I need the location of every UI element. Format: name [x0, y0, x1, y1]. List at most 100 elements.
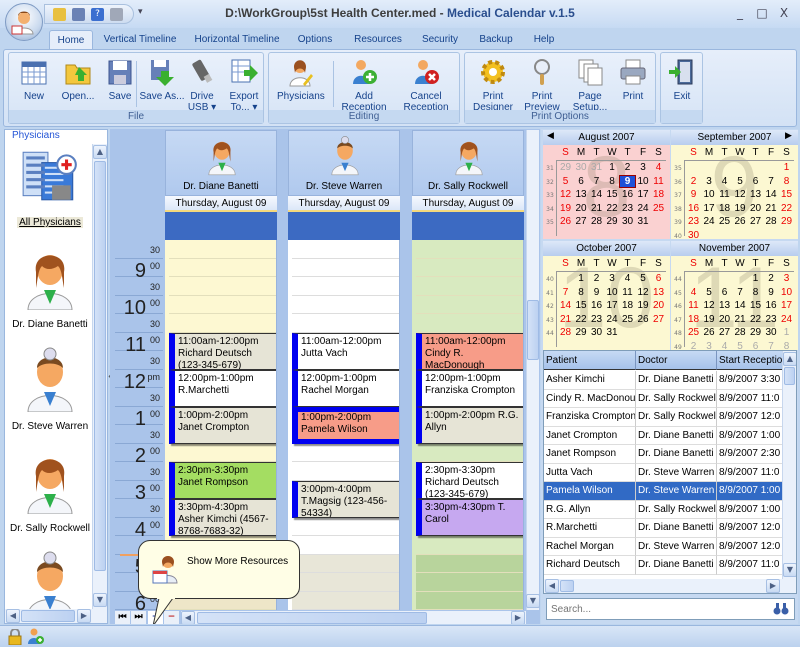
day-cell[interactable]: 6	[574, 176, 589, 187]
schedule-horizontal-scrollbar[interactable]: ◀ ▶	[181, 611, 526, 624]
day-cell[interactable]: 17	[702, 203, 717, 214]
appointment[interactable]: 3:30pm-4:30pm T. Carol	[416, 499, 523, 536]
day-cell[interactable]: 13	[748, 189, 763, 200]
day-cell[interactable]: 9	[686, 189, 701, 200]
maximize-button[interactable]: □	[754, 6, 770, 20]
print-button[interactable]: Print	[610, 57, 656, 102]
day-cell[interactable]: 9	[764, 287, 779, 298]
table-row[interactable]: Janet Crompton Dr. Diane Banetti 8/9/2007 …	[544, 426, 783, 445]
day-cell[interactable]: 24	[636, 203, 651, 214]
day-cell[interactable]: 26	[636, 314, 651, 325]
time-slot[interactable]	[416, 258, 523, 277]
print-designer-button[interactable]: Print Designer	[470, 57, 516, 113]
day-cell[interactable]: 11	[717, 189, 732, 200]
day-cell[interactable]: 16	[589, 300, 604, 311]
day-cell[interactable]: 27	[717, 327, 732, 338]
appointment[interactable]: 3:00pm-4:00pm T.Magsig (123-456-54334)	[292, 480, 399, 518]
doctor-column-body[interactable]: 11:00am-12:00pm Cindy R. MacDonough 12:00…	[412, 240, 524, 610]
day-cell[interactable]: 2	[686, 176, 701, 187]
day-cell[interactable]: 19	[702, 314, 717, 325]
day-cell[interactable]: 3	[702, 176, 717, 187]
day-cell[interactable]: 30	[589, 327, 604, 338]
time-slot[interactable]	[169, 443, 276, 462]
minimize-button[interactable]: _	[732, 6, 748, 20]
scroll-left-button[interactable]: ◀	[545, 579, 559, 593]
binoculars-icon[interactable]	[773, 602, 789, 616]
day-cell[interactable]: 3	[636, 162, 651, 173]
page-setup-button[interactable]: Page Setup...	[567, 57, 613, 113]
scroll-right-button[interactable]: ▶	[77, 609, 91, 623]
day-cell[interactable]: 10	[779, 287, 794, 298]
new-button[interactable]: New	[11, 57, 57, 102]
day-cell[interactable]: 17	[779, 300, 794, 311]
time-slot[interactable]	[292, 554, 399, 573]
scroll-left-button[interactable]: ◀	[181, 611, 195, 624]
day-cell[interactable]: 8	[779, 341, 794, 351]
day-cell[interactable]: 6	[748, 341, 763, 351]
time-slot[interactable]	[169, 240, 276, 259]
day-cell[interactable]: 25	[717, 216, 732, 227]
day-cell[interactable]: 24	[605, 314, 620, 325]
day-cell[interactable]: 30	[686, 230, 701, 240]
day-cell[interactable]: 14	[733, 300, 748, 311]
user-add-icon[interactable]	[28, 628, 44, 645]
day-cell[interactable]: 6	[717, 287, 732, 298]
day-cell[interactable]: 12	[733, 189, 748, 200]
scroll-thumb[interactable]	[197, 612, 427, 624]
day-cell[interactable]: 8	[748, 287, 763, 298]
table-vertical-scrollbar[interactable]: ▲ ▼	[782, 351, 796, 579]
tab-vertical-timeline[interactable]: Vertical Timeline	[100, 30, 180, 50]
appointment[interactable]: 11:00am-12:00pm Richard Deutsch (123-345…	[169, 332, 276, 370]
day-cell[interactable]: 18	[651, 189, 666, 200]
day-cell[interactable]: 14	[558, 300, 573, 311]
day-cell[interactable]: 3	[702, 341, 717, 351]
day-cell[interactable]: 3	[605, 273, 620, 284]
scroll-down-button[interactable]: ▼	[93, 593, 107, 607]
doctor-column-body[interactable]: 11:00am-12:00pm Jutta Vach 12:00pm-1:00pm…	[288, 240, 400, 610]
day-cell[interactable]: 28	[733, 327, 748, 338]
day-cell[interactable]: 18	[620, 300, 635, 311]
day-cell[interactable]: 10	[605, 287, 620, 298]
day-cell[interactable]: 1	[779, 162, 794, 173]
day-cell[interactable]: 16	[620, 189, 635, 200]
scroll-thumb[interactable]	[21, 610, 75, 622]
day-cell[interactable]: 11	[686, 300, 701, 311]
time-slot[interactable]	[292, 314, 399, 333]
table-row[interactable]: Cindy R. MacDonoughDr. Sally Rockwell8/9…	[544, 389, 783, 408]
day-cell[interactable]: 5	[558, 176, 573, 187]
day-cell[interactable]: 12	[558, 189, 573, 200]
day-cell[interactable]: 24	[702, 216, 717, 227]
day-cell[interactable]: 16	[764, 300, 779, 311]
column-header-doctor[interactable]: Doctor	[636, 351, 717, 370]
time-slot[interactable]	[292, 536, 399, 555]
time-slot[interactable]	[169, 314, 276, 333]
day-cell[interactable]: 9	[589, 287, 604, 298]
time-slot[interactable]	[416, 240, 523, 259]
table-row[interactable]: Janet Rompson Dr. Diane Banetti 8/9/2007 2…	[544, 445, 783, 464]
day-cell[interactable]: 4	[620, 273, 635, 284]
day-cell[interactable]: 28	[589, 216, 604, 227]
day-cell[interactable]: 8	[605, 176, 620, 187]
search-input[interactable]	[551, 602, 771, 617]
day-cell[interactable]: 28	[764, 216, 779, 227]
tab-home[interactable]: Home	[49, 30, 93, 50]
appointment[interactable]: 12:00pm-1:00pm Rachel Morgan	[292, 369, 399, 407]
day-cell[interactable]: 18	[717, 203, 732, 214]
day-cell[interactable]: 23	[764, 314, 779, 325]
scroll-up-button[interactable]: ▲	[93, 145, 107, 159]
show-more-resources-tooltip[interactable]: Show More Resources	[138, 540, 300, 624]
time-slot[interactable]	[416, 295, 523, 314]
day-cell[interactable]: 21	[733, 314, 748, 325]
day-cell[interactable]: 2	[686, 341, 701, 351]
day-cell[interactable]: 30	[620, 216, 635, 227]
day-cell[interactable]: 18	[686, 314, 701, 325]
day-cell[interactable]: 8	[574, 287, 589, 298]
physician-item-dr-sally-rockwell[interactable]: Dr. Sally Rockwell	[7, 448, 93, 534]
day-cell[interactable]: 13	[717, 300, 732, 311]
time-slot[interactable]	[416, 314, 523, 333]
time-slot[interactable]	[416, 277, 523, 296]
tab-security[interactable]: Security	[418, 30, 462, 50]
day-cell[interactable]: 25	[686, 327, 701, 338]
table-row[interactable]: Jutta Vach Dr. Steve Warren 8/9/2007 11:0	[544, 463, 783, 482]
time-slot[interactable]	[169, 258, 276, 277]
